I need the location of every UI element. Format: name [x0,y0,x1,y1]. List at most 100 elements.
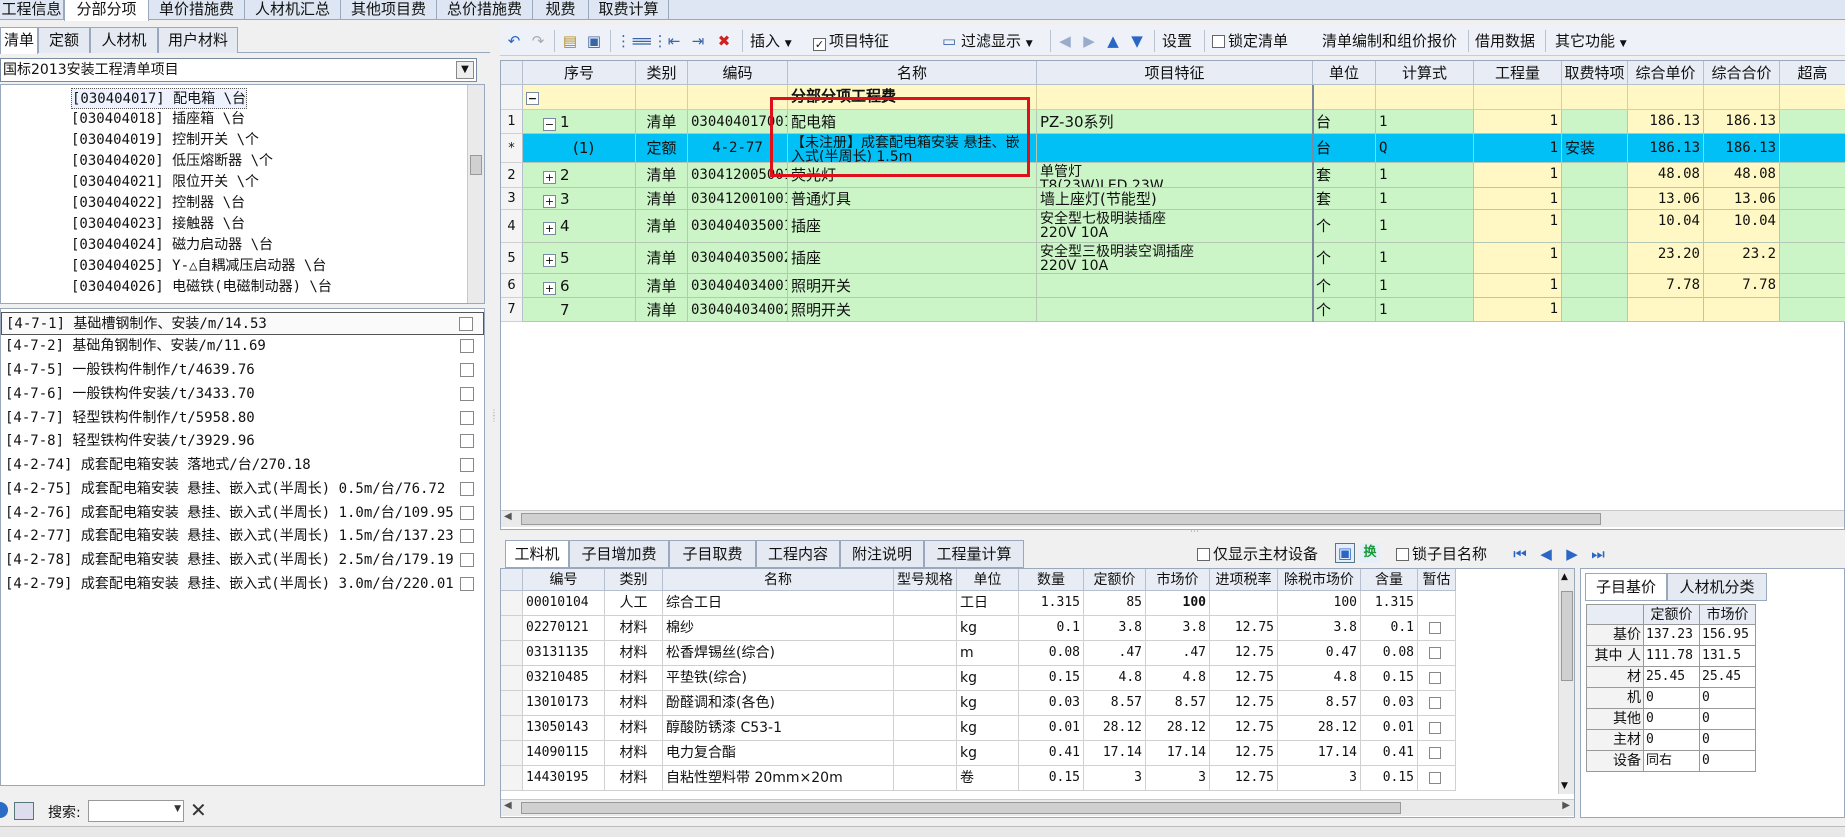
table-cell[interactable] [1704,298,1780,322]
left-tab-labor-material[interactable]: 人材机 [90,27,158,53]
table-cell[interactable]: kg [957,716,1019,741]
base-value[interactable]: 同右 [1644,751,1700,772]
table-cell[interactable] [1037,134,1313,163]
tree-item[interactable]: [030404018] 插座箱 \台 [71,109,245,130]
base-value[interactable]: 137.23 [1644,625,1700,646]
insert-menu[interactable]: 插入 ▼ [750,30,792,52]
splitter-grip[interactable]: ⋯ [1190,528,1210,537]
table-cell[interactable] [894,616,957,641]
quota-checkbox[interactable] [460,363,474,377]
table-cell[interactable]: kg [957,691,1019,716]
collapse-icon[interactable]: − [543,118,556,131]
table-cell[interactable] [894,716,957,741]
table-cell[interactable]: 醇酸防锈漆 C53-1 [663,716,894,741]
provisional-checkbox[interactable] [1429,722,1441,734]
table-cell[interactable]: 墙上座灯(节能型) [1037,188,1313,210]
list-item[interactable]: [4-7-8] 轻型铁构件安装/t/3929.96 [1,430,484,453]
table-cell[interactable] [1210,591,1278,616]
table-cell[interactable]: 材料 [605,766,663,791]
table-cell[interactable]: 030404035002 [688,243,788,274]
save-icon[interactable]: ▣ [584,31,604,51]
table-cell[interactable]: 030404034001 [688,274,788,298]
left-tab-list[interactable]: 清单 [0,27,38,54]
col-header-seq[interactable]: 序号 [523,61,636,85]
table-cell[interactable]: 照明开关 [788,298,1037,322]
table-cell[interactable]: 1 [1474,274,1562,298]
table-cell[interactable]: 棉纱 [663,616,894,641]
section-cell[interactable] [1780,85,1845,110]
list-item[interactable]: [4-2-77] 成套配电箱安装 悬挂、嵌入式(半周长) 1.5m/台/137.… [1,525,484,548]
table-cell[interactable] [894,641,957,666]
table-cell[interactable]: 12.75 [1210,716,1278,741]
table-cell[interactable]: 28.12 [1084,716,1146,741]
tab-sub-add-fee[interactable]: 子目增加费 [569,540,669,568]
table-cell[interactable] [1418,616,1456,641]
tab-labor-class[interactable]: 人材机分类 [1667,573,1767,601]
section-cell[interactable] [1474,85,1562,110]
col-header-unit-price[interactable]: 综合单价 [1628,61,1704,85]
table-cell[interactable]: 荧光灯 [788,163,1037,188]
lock-list-toggle[interactable]: 锁定清单 [1212,30,1288,52]
list-item[interactable]: [4-2-76] 成套配电箱安装 悬挂、嵌入式(半周长) 1.0m/台/109.… [1,502,484,525]
table-cell[interactable]: 186.13 [1704,110,1780,134]
clear-search-icon[interactable]: ✕ [190,798,207,822]
table-cell[interactable] [1418,716,1456,741]
col-header-spec[interactable]: 型号规格 [894,569,957,591]
table-cell[interactable]: 1 [1376,210,1474,243]
tree-item[interactable]: [030404025] Y-△自耦减压启动器 \台 [71,256,326,277]
table-cell[interactable] [1628,298,1704,322]
table-cell[interactable]: kg [957,741,1019,766]
splitter-grip[interactable]: ⋮ ⋮ [490,409,498,440]
tab-notes[interactable]: 附注说明 [840,540,924,568]
prev-icon[interactable]: ◀ [1536,544,1556,564]
globe-icon[interactable] [0,802,8,818]
tab-materials[interactable]: 工料机 [505,540,569,568]
table-cell[interactable]: +6 [523,274,636,298]
provisional-checkbox[interactable] [1429,647,1441,659]
col-header-content[interactable]: 含量 [1361,569,1418,591]
table-cell[interactable] [1562,243,1628,274]
quota-checkbox[interactable] [460,529,474,543]
table-cell[interactable]: 12.75 [1210,741,1278,766]
table-cell[interactable]: 3.8 [1084,616,1146,641]
section-cell[interactable]: 分部分项工程费 [788,85,1037,110]
lock-list-checkbox[interactable] [1212,35,1225,48]
tab-quantity-calc[interactable]: 工程量计算 [924,540,1024,568]
base-value[interactable]: 131.5 [1700,646,1756,667]
table-cell[interactable] [894,666,957,691]
base-value[interactable]: 0 [1700,730,1756,751]
arrow-up-icon[interactable]: ▲ [1103,31,1123,51]
level-up-icon[interactable]: ⇤ [664,31,684,51]
table-cell[interactable]: 酚醛调和漆(各色) [663,691,894,716]
table-cell[interactable]: 松香焊锡丝(综合) [663,641,894,666]
table-cell[interactable]: 安全型七极明装插座 220V 10A [1037,210,1313,243]
table-cell[interactable]: −1 [523,110,636,134]
section-cell[interactable] [1037,85,1313,110]
table-cell[interactable]: 28.12 [1278,716,1361,741]
table-cell[interactable]: 平垫铁(综合) [663,666,894,691]
table-cell[interactable]: +4 [523,210,636,243]
base-value[interactable]: 111.78 [1644,646,1700,667]
table-cell[interactable]: +2 [523,163,636,188]
table-cell[interactable]: 100 [1146,591,1210,616]
materials-hscroll[interactable]: ◀ ▶ [501,799,1574,816]
col-header-name[interactable]: 名称 [788,61,1037,85]
table-cell[interactable]: 0.03 [1019,691,1084,716]
table-cell[interactable]: 8.57 [1278,691,1361,716]
tab-project-info[interactable]: 工程信息 [0,0,64,20]
col-header-quantity[interactable]: 工程量 [1474,61,1562,85]
table-cell[interactable]: 【未注册】成套配电箱安装 悬挂、嵌入式(半周长) 1.5m [788,134,1037,163]
table-cell[interactable]: 03210485 [523,666,605,691]
window-icon[interactable] [14,802,34,820]
tab-fee-calc[interactable]: 取费计算 [589,0,669,20]
tab-sub-fee[interactable]: 子目取费 [669,540,756,568]
section-cell[interactable] [1376,85,1474,110]
table-cell[interactable] [894,766,957,791]
table-cell[interactable]: 4-2-77 [688,134,788,163]
table-cell[interactable]: 1 [1376,274,1474,298]
table-cell[interactable]: 1 [1474,243,1562,274]
table-cell[interactable] [1037,274,1313,298]
quota-checkbox[interactable] [460,553,474,567]
table-cell[interactable]: 100 [1278,591,1361,616]
table-cell[interactable]: 清单 [636,298,688,322]
